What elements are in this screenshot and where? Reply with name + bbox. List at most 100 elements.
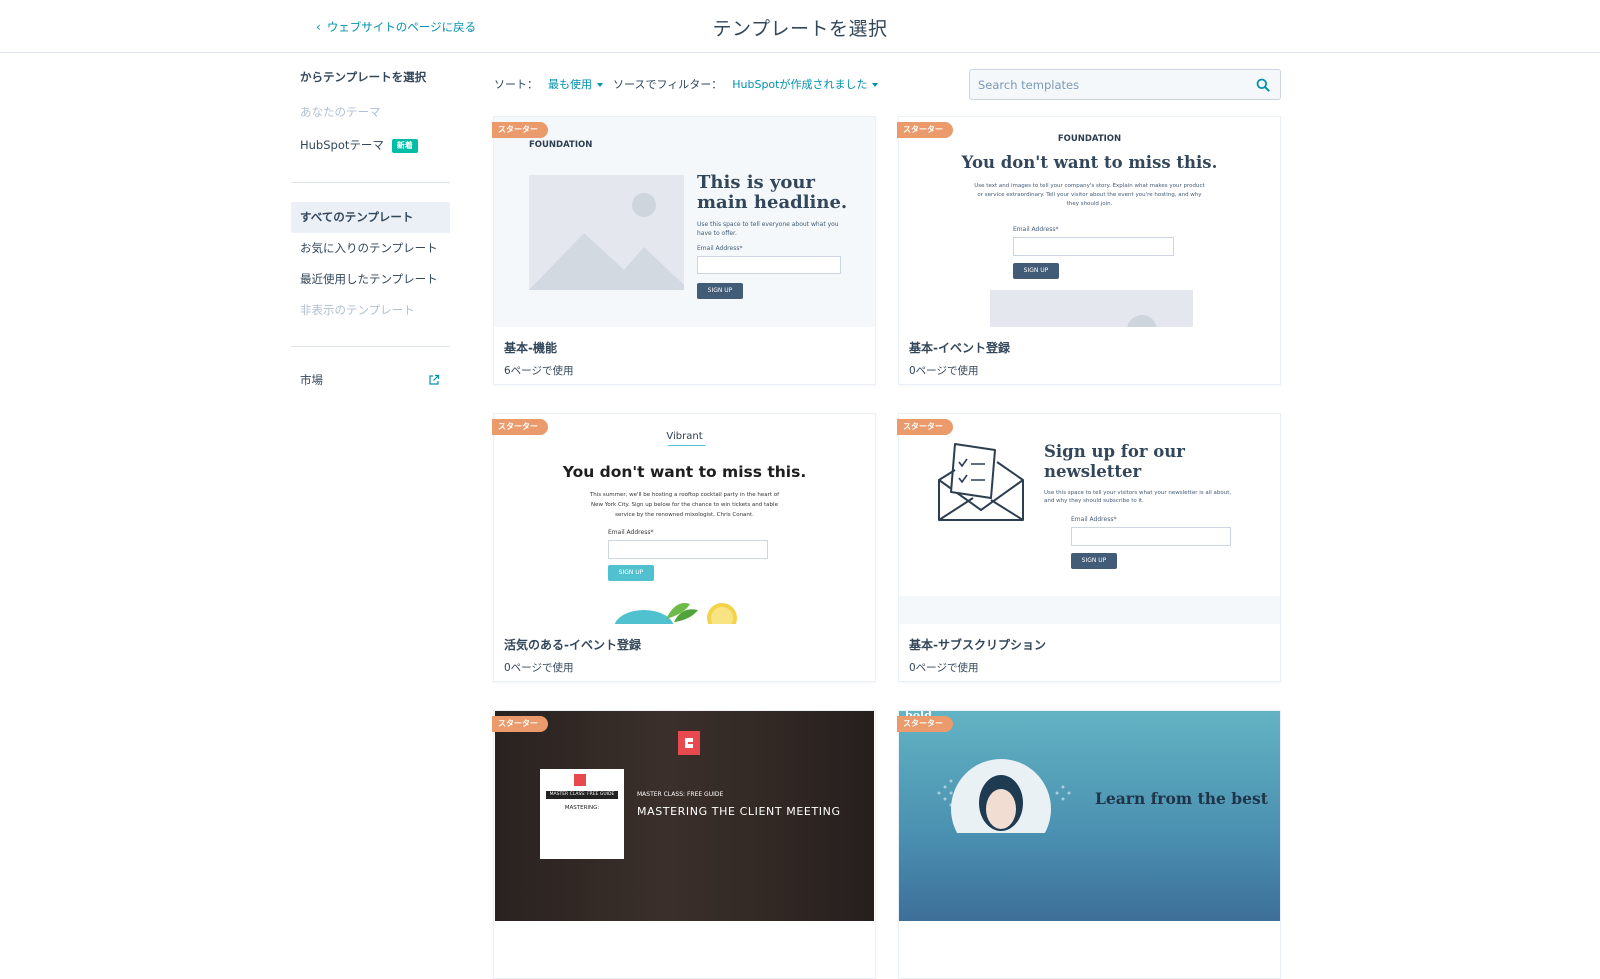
logo-underline	[668, 445, 705, 446]
preview-headline: Learn from the best	[1095, 789, 1268, 808]
sidebar-item-label: HubSpotテーマ	[300, 138, 384, 152]
caret-down-icon	[597, 83, 603, 87]
template-preview: FOUNDATION You don't want to miss this. …	[899, 117, 1280, 327]
template-name: 基本-サブスクリプション	[909, 638, 1046, 652]
sidebar-item-your-themes[interactable]: あなたのテーマ	[291, 97, 450, 128]
ebook-label: MASTER CLASS: FREE GUIDE	[546, 791, 618, 799]
sort-dropdown[interactable]: 最も使用	[548, 76, 603, 92]
starter-badge: スターター	[897, 716, 953, 732]
preview-signup-button: SIGN UP	[1013, 263, 1059, 279]
sidebar-item-all-templates[interactable]: すべてのテンプレート	[291, 202, 450, 233]
template-name: 基本-機能	[504, 341, 557, 355]
preview-body: they should join.	[1066, 201, 1113, 207]
preview-body: Use text and images to tell your company…	[974, 183, 1205, 189]
filter-bar: ソート： 最も使用 ソースでフィルター： HubSpotが作成されました	[494, 76, 888, 92]
preview-body: or service extraordinary. Tell your visi…	[977, 192, 1202, 198]
sidebar-item-favorite-templates[interactable]: お気に入りのテンプレート	[291, 233, 450, 264]
portrait-illustration	[937, 759, 1071, 833]
sidebar-item-label: お気に入りのテンプレート	[300, 241, 438, 255]
image-placeholder	[990, 290, 1193, 327]
ebook-title: MASTERING:	[564, 805, 600, 811]
template-card-learn-from-best[interactable]: スターター bold Learn from the best	[897, 710, 1281, 979]
template-preview: bold Learn from the best	[899, 711, 1280, 921]
template-preview: Vibrant You don't want to miss this. Thi…	[494, 414, 875, 624]
search-input[interactable]	[970, 70, 1256, 99]
cocktail-illustration	[614, 603, 737, 624]
preview-field-label: Email Address*	[1071, 516, 1117, 523]
source-filter-label: ソースでフィルター：	[613, 78, 723, 91]
brand-logo-icon	[685, 738, 693, 748]
template-card-vibrant-event-registration[interactable]: スターター Vibrant You don't want to miss thi…	[492, 413, 876, 682]
starter-badge: スターター	[492, 122, 548, 138]
preview-headline: Sign up for our	[1044, 442, 1185, 461]
template-preview: Sign up for our newsletter Use this spac…	[899, 414, 1280, 624]
sidebar-item-marketplace[interactable]: 市場	[291, 365, 450, 396]
sidebar-divider	[291, 182, 450, 183]
preview-logo: FOUNDATION	[1057, 134, 1122, 144]
envelope-illustration	[938, 443, 1024, 521]
top-bar: ‹ ウェブサイトのページに戻る テンプレートを選択	[0, 0, 1600, 53]
preview-body: New York City. Sign up below for the cha…	[591, 502, 778, 508]
caret-down-icon	[872, 83, 879, 87]
template-card-basic-subscription[interactable]: スターター Sign up for our newsletter Use thi…	[897, 413, 1281, 682]
preview-headline: This is your	[697, 172, 815, 193]
template-preview: MASTER CLASS: FREE GUIDE MASTERING: MAST…	[495, 711, 874, 921]
ebook-logo	[574, 774, 586, 786]
preview-body: service by the renowned mixologist, Chri…	[615, 512, 754, 518]
preview-body: Use this space to tell everyone about wh…	[697, 221, 839, 228]
ebook-cover: MASTER CLASS: FREE GUIDE MASTERING:	[540, 769, 624, 859]
source-filter-dropdown[interactable]: HubSpotが作成されました	[732, 76, 879, 92]
template-usage: 0ページで使用	[909, 365, 979, 377]
preview-field-label: Email Address*	[1013, 226, 1059, 233]
preview-body: and why they should subscribe to it.	[1044, 498, 1144, 504]
preview-email-field	[697, 256, 841, 274]
sidebar-item-hidden-templates[interactable]: 非表示のテンプレート	[291, 295, 450, 326]
new-badge: 新着	[391, 138, 418, 153]
preview-body: have to offer.	[697, 230, 737, 237]
starter-badge: スターター	[492, 419, 548, 435]
sidebar-item-label: 最近使用したテンプレート	[300, 272, 438, 286]
sidebar-item-label: すべてのテンプレート	[300, 210, 414, 224]
template-usage: 0ページで使用	[504, 662, 574, 674]
image-placeholder	[529, 175, 684, 290]
preview-field-label: Email Address*	[608, 529, 654, 536]
preview-logo: Vibrant	[666, 431, 703, 442]
preview-headline: You don't want to miss this.	[562, 463, 807, 481]
starter-badge: スターター	[897, 419, 953, 435]
sidebar-item-hubspot-themes[interactable]: HubSpotテーマ 新着	[291, 130, 450, 161]
preview-body: This summer, we'll be hosting a rooftop …	[589, 492, 780, 498]
search-icon[interactable]	[1256, 78, 1270, 92]
template-card-basic-feature[interactable]: スターター FOUNDATION This is your main headl…	[492, 116, 876, 385]
external-link-icon	[429, 374, 440, 385]
sidebar-item-label: 非表示のテンプレート	[300, 303, 415, 317]
search-box	[969, 69, 1281, 100]
preview-headline: You don't want to miss this.	[961, 153, 1218, 172]
sort-label: ソート：	[494, 78, 538, 91]
sidebar-heading: からテンプレートを選択	[300, 70, 427, 84]
template-card-master-class[interactable]: スターター MASTER CLASS: FREE GUIDE MASTERING…	[492, 710, 876, 979]
source-filter-value: HubSpotが作成されました	[732, 78, 868, 91]
template-name: 活気のある-イベント登録	[504, 638, 641, 652]
template-usage: 6ページで使用	[504, 365, 574, 377]
preview-email-field	[1071, 527, 1231, 546]
preview-signup-button: SIGN UP	[697, 283, 743, 299]
sort-value: 最も使用	[548, 78, 592, 91]
sidebar-item-label: 市場	[300, 373, 323, 387]
template-preview: FOUNDATION This is your main headline. U…	[494, 117, 875, 327]
template-card-basic-event-registration[interactable]: スターター FOUNDATION You don't want to miss …	[897, 116, 1281, 385]
preview-body: Use this space to tell your visitors wha…	[1044, 490, 1232, 496]
template-name: 基本-イベント登録	[909, 341, 1010, 355]
preview-field-label: Email Address*	[697, 245, 743, 252]
brand-logo	[678, 731, 700, 755]
sidebar-item-recent-templates[interactable]: 最近使用したテンプレート	[291, 264, 450, 295]
preview-logo: FOUNDATION	[529, 140, 593, 150]
preview-headline: newsletter	[1044, 462, 1142, 481]
image-placeholder-icon	[1127, 315, 1157, 327]
starter-badge: スターター	[492, 716, 548, 732]
preview-kicker: MASTER CLASS: FREE GUIDE	[637, 791, 724, 798]
sidebar-divider	[291, 346, 450, 347]
preview-headline: main headline.	[697, 192, 848, 213]
preview-signup-button: SIGN UP	[1071, 553, 1117, 569]
preview-email-field	[608, 540, 768, 559]
preview-signup-button: SIGN UP	[608, 565, 654, 581]
